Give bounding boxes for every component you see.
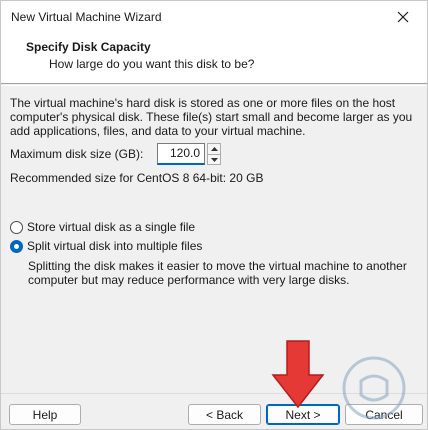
disk-description: The virtual machine's hard disk is store… [10, 96, 413, 138]
title-bar: New Virtual Machine Wizard [1, 1, 427, 32]
recommended-size: Recommended size for CentOS 8 64-bit: 20… [10, 171, 264, 185]
disk-size-label: Maximum disk size (GB): [10, 147, 144, 161]
header-divider [1, 85, 427, 86]
split-description: Splitting the disk makes it easier to mo… [28, 259, 407, 287]
red-arrow-annotation [271, 340, 325, 409]
radio-multiple-files-indicator[interactable] [10, 239, 23, 253]
radio-single-file-label: Store virtual disk as a single file [27, 220, 196, 234]
disk-size-spinner[interactable] [207, 143, 221, 165]
radio-single-file[interactable]: Store virtual disk as a single file [10, 219, 195, 235]
disk-size-input[interactable]: 120.0 [157, 143, 205, 165]
page-subtitle: How large do you want this disk to be? [49, 57, 255, 71]
close-button[interactable] [381, 1, 425, 32]
page-title: Specify Disk Capacity [26, 40, 151, 54]
close-icon [397, 11, 409, 22]
wizard-header: Specify Disk Capacity How large do you w… [1, 32, 427, 84]
spin-down-button[interactable] [208, 154, 220, 164]
chevron-up-icon [210, 147, 218, 151]
radio-single-file-indicator[interactable] [10, 220, 23, 234]
watermark-logo [342, 356, 406, 420]
disk-size-row: Maximum disk size (GB): 120.0 [10, 143, 310, 165]
chevron-down-icon [210, 157, 218, 162]
radio-multiple-files-label: Split virtual disk into multiple files [27, 239, 203, 253]
spin-up-button[interactable] [208, 144, 220, 154]
window-title: New Virtual Machine Wizard [11, 10, 162, 24]
back-button[interactable]: < Back [188, 404, 261, 425]
help-button[interactable]: Help [9, 404, 81, 425]
wizard-window: New Virtual Machine Wizard Specify Disk … [0, 0, 428, 430]
radio-multiple-files[interactable]: Split virtual disk into multiple files [10, 238, 202, 254]
